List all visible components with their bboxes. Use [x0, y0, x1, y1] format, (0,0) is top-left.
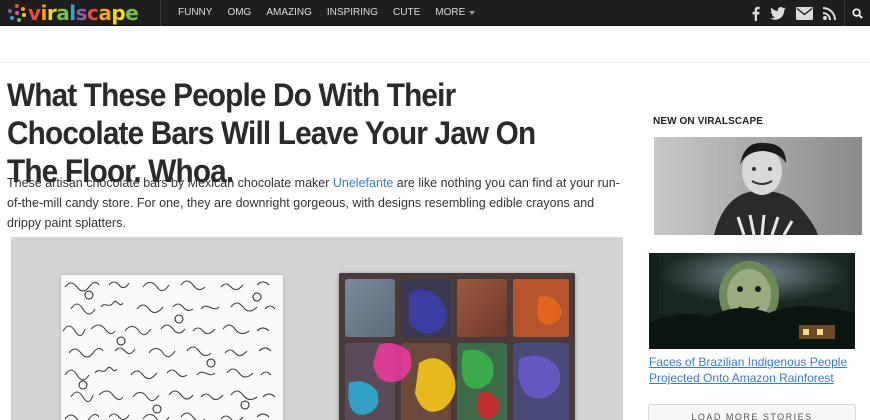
secondary-bar: [0, 27, 870, 63]
top-navigation-bar: viralscape FUNNY OMG AMAZING INSPIRING C…: [0, 0, 870, 26]
logo-letter: s: [75, 1, 88, 25]
rss-icon[interactable]: [823, 6, 836, 20]
nav-item-more[interactable]: MORE: [435, 0, 476, 26]
sidebar-story-image-1[interactable]: [654, 137, 862, 235]
nav-item-omg[interactable]: OMG: [227, 0, 251, 26]
search-button[interactable]: [844, 0, 870, 26]
intro-text-before: These artisan chocolate bars by Mexican …: [7, 176, 333, 190]
search-icon: [852, 7, 863, 19]
twitter-icon[interactable]: [770, 6, 786, 20]
logo-letter: a: [56, 1, 70, 25]
sidebar-story-link[interactable]: Faces of Brazilian Indigenous People Pro…: [649, 354, 864, 386]
painted-chocolate-bar: [339, 273, 575, 420]
social-links: [741, 0, 836, 26]
load-more-button[interactable]: LOAD MORE STORIES: [648, 404, 856, 420]
logo-letter: c: [87, 1, 99, 25]
divider: [160, 0, 161, 26]
nav-item-inspiring[interactable]: INSPIRING: [327, 0, 378, 26]
logo-dots-icon: [8, 4, 26, 22]
site-logo[interactable]: viralscape: [8, 0, 139, 26]
hero-image: [11, 237, 623, 420]
nav-item-cute[interactable]: CUTE: [393, 0, 420, 26]
nav-item-funny[interactable]: FUNNY: [178, 0, 212, 26]
chevron-down-icon: [469, 11, 476, 15]
sidebar-heading: NEW ON VIRALSCAPE: [653, 116, 764, 127]
article-intro: These artisan chocolate bars by Mexican …: [7, 173, 629, 233]
logo-text: viralscape: [28, 0, 139, 26]
nav-more-label: MORE: [435, 7, 466, 18]
nav-item-amazing[interactable]: AMAZING: [266, 0, 312, 26]
wrapped-chocolate-bar: [61, 275, 283, 420]
logo-letter: e: [125, 1, 139, 25]
unelefante-link[interactable]: Unelefante: [333, 176, 393, 190]
facebook-icon[interactable]: [751, 6, 760, 21]
logo-letter: r: [46, 1, 57, 25]
logo-letter: v: [28, 1, 41, 25]
main-nav: FUNNY OMG AMAZING INSPIRING CUTE MORE: [178, 0, 490, 26]
logo-letter: p: [111, 1, 126, 25]
email-icon[interactable]: [796, 6, 813, 20]
sidebar-story-image-2[interactable]: [649, 253, 855, 349]
logo-letter: a: [98, 1, 112, 25]
